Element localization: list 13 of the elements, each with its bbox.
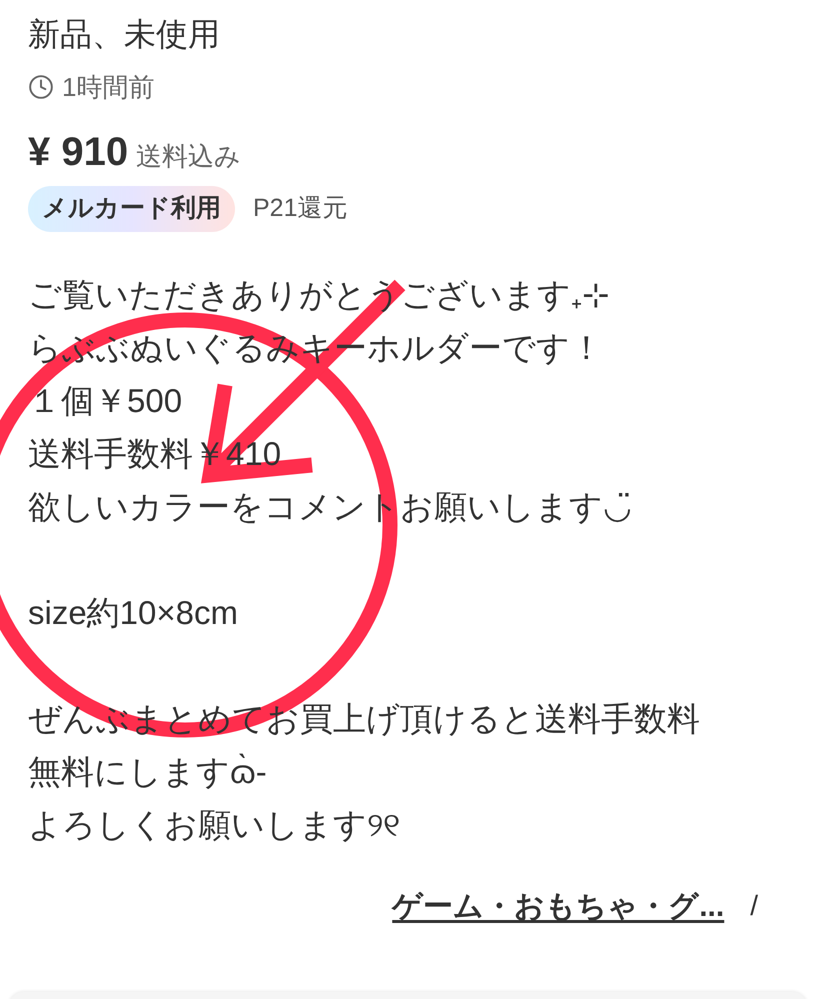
shipping-note: 送料込み [136,140,242,173]
posted-time: 1時間前 [62,71,154,104]
points-text: P21還元 [253,193,348,224]
clock-icon [28,74,54,100]
card-badge: メルカード利用 [28,186,235,232]
description-line: size約10×8cm [28,592,238,632]
price: ¥ 910 [28,129,128,176]
description-line: １個￥500 [28,380,182,420]
breadcrumb-separator: / [750,889,758,923]
description-line: よろしくお願いします୨୧ [28,804,400,844]
category-link[interactable]: ゲーム・おもちゃ・グ... [392,884,724,928]
description-line: 無料にしますɷ̀- [28,752,267,792]
condition-text: 新品、未使用 [28,15,220,54]
